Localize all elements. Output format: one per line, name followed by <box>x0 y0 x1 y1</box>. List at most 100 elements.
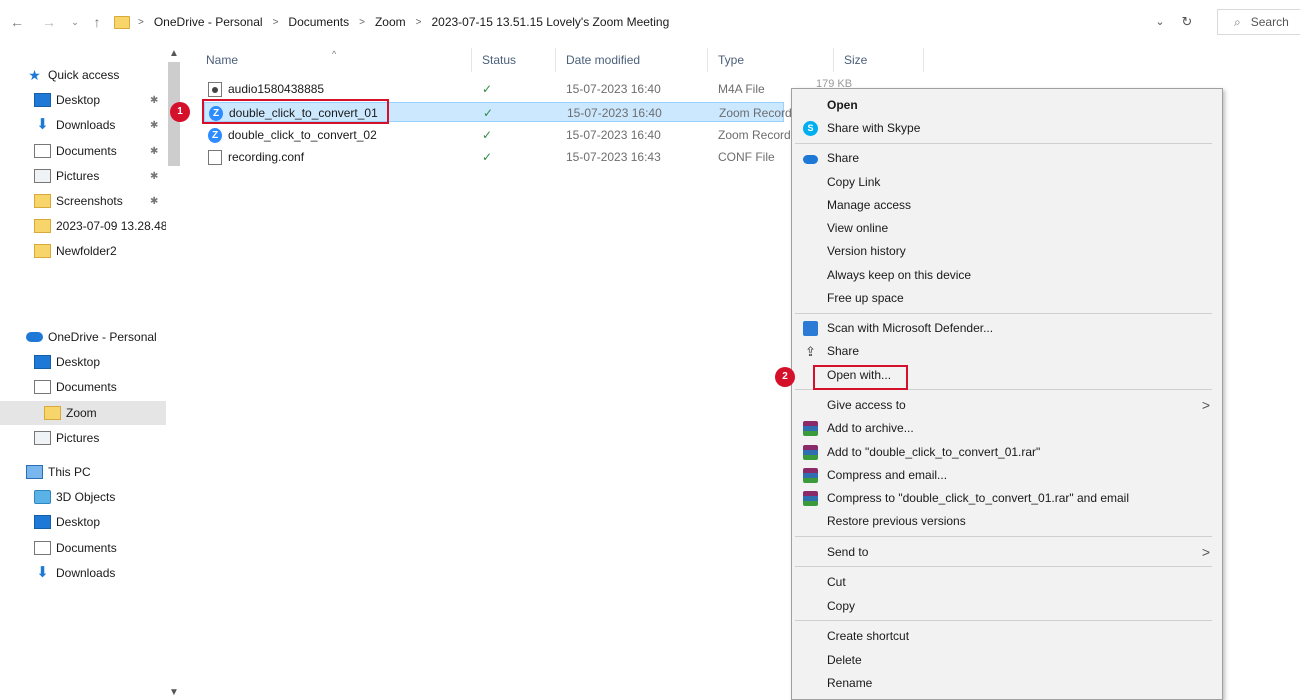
breadcrumb-onedrive[interactable]: OneDrive - Personal <box>152 15 265 29</box>
chevron-right-icon[interactable]: > <box>351 17 373 28</box>
sidebar-item-onedrive-documents[interactable]: Documents <box>0 375 166 399</box>
sidebar-item-downloads[interactable]: ⬇ Downloads ✱ <box>0 113 166 137</box>
chevron-down-icon[interactable]: ⌄ <box>1152 12 1168 32</box>
sidebar-item-pc-desktop[interactable]: Desktop <box>0 510 166 534</box>
column-header-status[interactable]: Status <box>472 48 556 72</box>
pin-icon: ✱ <box>150 94 159 106</box>
desktop-icon <box>34 515 51 529</box>
sidebar-item-onedrive-pictures[interactable]: Pictures <box>0 426 166 450</box>
sidebar-item-label: Pictures <box>56 169 100 183</box>
address-row: ← → ⌄ ↑ > OneDrive - Personal > Document… <box>0 0 1300 44</box>
menu-item-compress-rar-email[interactable]: Compress to "double_click_to_convert_01.… <box>792 487 1222 510</box>
breadcrumb-documents[interactable]: Documents <box>286 15 351 29</box>
sidebar-item-desktop[interactable]: Desktop ✱ <box>0 88 166 112</box>
menu-item-cut[interactable]: Cut <box>792 571 1222 594</box>
onedrive-cloud-icon <box>26 332 43 342</box>
breadcrumb[interactable]: > OneDrive - Personal > Documents > Zoom… <box>114 11 671 33</box>
menu-item-add-rar[interactable]: Add to "double_click_to_convert_01.rar" <box>792 441 1222 464</box>
menu-item-create-shortcut[interactable]: Create shortcut <box>792 625 1222 648</box>
recent-locations-icon[interactable]: ⌄ <box>66 12 84 32</box>
pin-icon: ✱ <box>150 195 159 207</box>
menu-item-give-access[interactable]: Give access to > <box>792 394 1222 417</box>
table-row[interactable]: recording.conf ✓ 15-07-2023 16:43 CONF F… <box>204 147 784 167</box>
search-icon: ⌕ <box>1234 14 1241 29</box>
menu-item-copy[interactable]: Copy <box>792 595 1222 618</box>
search-input[interactable]: ⌕ Search <box>1217 9 1300 35</box>
menu-item-share-skype[interactable]: S Share with Skype <box>792 117 1222 140</box>
desktop-icon <box>34 93 51 107</box>
file-type: Zoom Recording <box>718 128 798 142</box>
file-type: Zoom Recording <box>719 106 799 120</box>
downloads-icon: ⬇ <box>36 116 49 133</box>
sidebar-item-label: Desktop <box>56 355 101 369</box>
sidebar-item-pc-downloads[interactable]: ⬇ Downloads <box>0 561 166 585</box>
forward-arrow-icon[interactable]: → <box>40 12 58 32</box>
breadcrumb-zoom[interactable]: Zoom <box>373 15 408 29</box>
sidebar-item-newfolder2[interactable]: Newfolder2 <box>0 239 166 263</box>
sidebar-item-label: Pictures <box>56 431 100 445</box>
menu-item-rename[interactable]: Rename <box>792 672 1222 695</box>
sidebar-item-pc-documents[interactable]: Documents <box>0 536 166 560</box>
sidebar-item-onedrive[interactable]: OneDrive - Personal <box>0 325 166 349</box>
sidebar-item-documents[interactable]: Documents ✱ <box>0 139 166 163</box>
sidebar-item-quick-access[interactable]: ★ Quick access <box>0 63 166 87</box>
folder-icon <box>44 406 61 420</box>
menu-divider <box>795 566 1212 567</box>
documents-icon <box>34 541 51 555</box>
chevron-right-icon: > <box>1201 544 1210 560</box>
audio-file-icon <box>208 81 222 97</box>
menu-item-view-online[interactable]: View online <box>792 217 1222 240</box>
chevron-right-icon[interactable]: > <box>408 17 430 28</box>
chevron-right-icon[interactable]: > <box>265 17 287 28</box>
menu-item-add-archive[interactable]: Add to archive... <box>792 417 1222 440</box>
menu-item-delete[interactable]: Delete <box>792 649 1222 672</box>
menu-divider <box>795 536 1212 537</box>
sidebar-item-label: Desktop <box>56 515 101 529</box>
menu-item-scan-defender[interactable]: Scan with Microsoft Defender... <box>792 317 1222 340</box>
column-headers: Name ^ Status Date modified Type Size <box>196 48 936 72</box>
back-arrow-icon[interactable]: ← <box>8 12 26 32</box>
column-header-type[interactable]: Type <box>708 48 834 72</box>
navigation-pane: ★ Quick access Desktop ✱ ⬇ Downloads ✱ D… <box>0 44 185 700</box>
refresh-icon[interactable]: ↻ <box>1178 12 1196 32</box>
scroll-down-icon[interactable]: ▼ <box>169 687 179 698</box>
menu-item-copy-link[interactable]: Copy Link <box>792 171 1222 194</box>
sidebar-item-this-pc[interactable]: This PC <box>0 460 166 484</box>
winrar-icon <box>803 421 818 436</box>
up-arrow-icon[interactable]: ↑ <box>88 12 106 32</box>
menu-item-restore-versions[interactable]: Restore previous versions <box>792 510 1222 533</box>
pin-icon: ✱ <box>150 119 159 131</box>
sidebar-item-onedrive-desktop[interactable]: Desktop <box>0 350 166 374</box>
breadcrumb-meeting-folder[interactable]: 2023-07-15 13.51.15 Lovely's Zoom Meetin… <box>429 15 671 29</box>
column-header-name[interactable]: Name ^ <box>196 48 472 72</box>
column-header-date[interactable]: Date modified <box>556 48 708 72</box>
sidebar-item-label: Documents <box>56 380 117 394</box>
pin-icon: ✱ <box>150 145 159 157</box>
menu-item-always-keep[interactable]: Always keep on this device <box>792 264 1222 287</box>
menu-item-version-history[interactable]: Version history <box>792 240 1222 263</box>
menu-item-manage-access[interactable]: Manage access <box>792 194 1222 217</box>
table-row[interactable]: Z double_click_to_convert_02 ✓ 15-07-202… <box>204 125 798 145</box>
winrar-icon <box>803 491 818 506</box>
file-icon <box>208 149 222 165</box>
pictures-icon <box>34 169 51 183</box>
scroll-up-icon[interactable]: ▲ <box>169 48 179 59</box>
sidebar-item-zoom[interactable]: Zoom <box>0 401 166 425</box>
table-row[interactable]: audio1580438885 ✓ 15-07-2023 16:40 M4A F… <box>204 79 784 99</box>
menu-item-compress-email[interactable]: Compress and email... <box>792 464 1222 487</box>
sidebar-item-pictures[interactable]: Pictures ✱ <box>0 164 166 188</box>
sort-ascending-icon: ^ <box>332 49 337 59</box>
chevron-right-icon[interactable]: > <box>130 17 152 28</box>
column-header-size[interactable]: Size <box>834 48 924 72</box>
sidebar-scrollbar[interactable]: ▲ ▼ <box>166 48 184 698</box>
menu-item-share-onedrive[interactable]: Share <box>792 147 1222 170</box>
menu-item-send-to[interactable]: Send to > <box>792 541 1222 564</box>
sidebar-item-2023-07-09[interactable]: 2023-07-09 13.28.48 <box>0 214 166 238</box>
menu-item-open[interactable]: Open <box>792 94 1222 117</box>
sidebar-item-screenshots[interactable]: Screenshots ✱ <box>0 189 166 213</box>
file-type: M4A File <box>718 82 765 96</box>
defender-shield-icon <box>803 321 818 336</box>
menu-item-share[interactable]: ⇪ Share <box>792 340 1222 363</box>
sidebar-item-3d-objects[interactable]: 3D Objects <box>0 485 166 509</box>
menu-item-free-up-space[interactable]: Free up space <box>792 287 1222 310</box>
